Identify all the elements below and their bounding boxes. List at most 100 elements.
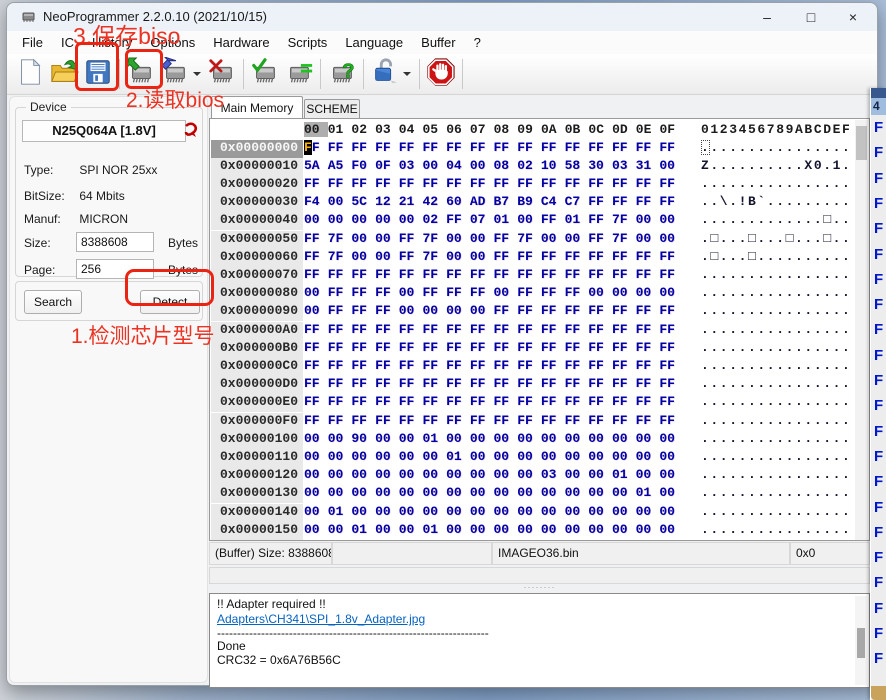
- hex-byte[interactable]: FF: [375, 358, 399, 373]
- hex-byte[interactable]: 00: [659, 431, 683, 446]
- log-adapter-link[interactable]: Adapters\CH341\SPI_1.8v_Adapter.jpg: [217, 612, 425, 626]
- hex-row[interactable]: 0x00000020FFFFFFFFFFFFFFFFFFFFFFFFFFFFFF…: [210, 176, 869, 194]
- hex-byte[interactable]: FF: [612, 322, 636, 337]
- hex-byte[interactable]: 03: [541, 467, 565, 482]
- hex-byte[interactable]: 00: [399, 467, 423, 482]
- hex-byte[interactable]: 00: [470, 522, 494, 537]
- hex-byte[interactable]: FF: [636, 358, 660, 373]
- hex-byte[interactable]: 00: [446, 467, 470, 482]
- hex-byte[interactable]: FF: [517, 249, 541, 264]
- hex-byte[interactable]: FF: [446, 340, 470, 355]
- hex-byte[interactable]: FF: [612, 267, 636, 282]
- hex-byte[interactable]: FF: [399, 176, 423, 191]
- hex-byte[interactable]: FF: [565, 267, 589, 282]
- hex-byte[interactable]: FF: [541, 249, 565, 264]
- hex-byte[interactable]: FF: [328, 285, 352, 300]
- hex-byte[interactable]: 00: [304, 504, 328, 519]
- hex-byte[interactable]: FF: [328, 358, 352, 373]
- hex-byte[interactable]: 00: [541, 231, 565, 246]
- hex-byte[interactable]: FF: [304, 413, 328, 428]
- log-scrollbar-thumb[interactable]: [857, 628, 865, 658]
- hex-byte[interactable]: FF: [375, 303, 399, 318]
- hex-byte[interactable]: 01: [565, 212, 589, 227]
- hex-byte[interactable]: A5: [328, 158, 352, 173]
- hex-byte[interactable]: FF: [422, 394, 446, 409]
- hex-byte[interactable]: FF: [588, 249, 612, 264]
- hex-byte[interactable]: FF: [541, 140, 565, 155]
- hex-byte[interactable]: 00: [446, 431, 470, 446]
- hex-byte[interactable]: FF: [494, 267, 518, 282]
- hex-byte[interactable]: 00: [588, 522, 612, 537]
- hex-byte[interactable]: FF: [541, 212, 565, 227]
- hex-byte[interactable]: FF: [659, 394, 683, 409]
- hex-byte[interactable]: FF: [636, 140, 660, 155]
- hex-byte[interactable]: FF: [541, 322, 565, 337]
- new-file-button[interactable]: [13, 56, 47, 92]
- hex-byte[interactable]: FF: [636, 267, 660, 282]
- hex-byte[interactable]: 00: [659, 285, 683, 300]
- hex-byte[interactable]: 00: [446, 485, 470, 500]
- hex-byte[interactable]: FF: [565, 413, 589, 428]
- hex-byte[interactable]: FF: [375, 413, 399, 428]
- hex-byte[interactable]: FF: [494, 322, 518, 337]
- hex-byte[interactable]: 00: [494, 449, 518, 464]
- hex-byte[interactable]: 00: [422, 449, 446, 464]
- hex-byte[interactable]: 00: [588, 449, 612, 464]
- hex-byte[interactable]: FF: [399, 340, 423, 355]
- hex-byte[interactable]: 00: [588, 467, 612, 482]
- hex-byte[interactable]: 00: [612, 449, 636, 464]
- hex-byte[interactable]: 00: [399, 522, 423, 537]
- hex-byte[interactable]: 00: [636, 212, 660, 227]
- hex-byte[interactable]: FF: [375, 322, 399, 337]
- hex-byte[interactable]: FF: [612, 413, 636, 428]
- hex-byte[interactable]: FF: [328, 140, 352, 155]
- hex-byte[interactable]: 00: [659, 231, 683, 246]
- hex-byte[interactable]: FF: [565, 303, 589, 318]
- hex-byte[interactable]: 01: [446, 449, 470, 464]
- hex-byte[interactable]: 00: [517, 449, 541, 464]
- hex-byte[interactable]: FF: [636, 249, 660, 264]
- hex-byte[interactable]: FF: [494, 413, 518, 428]
- hex-byte[interactable]: FF: [375, 140, 399, 155]
- menu-scripts[interactable]: Scripts: [279, 31, 337, 54]
- hex-byte[interactable]: FF: [659, 249, 683, 264]
- hex-byte[interactable]: C7: [565, 194, 589, 209]
- hex-byte[interactable]: FF: [612, 394, 636, 409]
- hex-byte[interactable]: 00: [517, 504, 541, 519]
- hex-byte[interactable]: 00: [517, 467, 541, 482]
- hex-byte[interactable]: 00: [659, 504, 683, 519]
- hex-byte[interactable]: 00: [328, 194, 352, 209]
- hex-byte[interactable]: FF: [375, 340, 399, 355]
- hex-byte[interactable]: 00: [565, 431, 589, 446]
- hex-byte[interactable]: FF: [470, 267, 494, 282]
- hex-byte[interactable]: 60: [446, 194, 470, 209]
- hex-byte[interactable]: 00: [351, 485, 375, 500]
- hex-byte[interactable]: 00: [470, 467, 494, 482]
- hex-byte[interactable]: FF: [517, 413, 541, 428]
- hex-row[interactable]: 0x000000E0FFFFFFFFFFFFFFFFFFFFFFFFFFFFFF…: [210, 394, 869, 412]
- hex-byte[interactable]: FF: [636, 176, 660, 191]
- hex-byte[interactable]: 01: [422, 431, 446, 446]
- hex-byte[interactable]: FF: [541, 413, 565, 428]
- hex-byte[interactable]: FF: [446, 376, 470, 391]
- hex-byte[interactable]: FF: [422, 176, 446, 191]
- hex-byte[interactable]: 00: [351, 449, 375, 464]
- hex-byte[interactable]: FF: [659, 376, 683, 391]
- hex-byte[interactable]: FF: [494, 176, 518, 191]
- hex-byte[interactable]: 7F: [517, 231, 541, 246]
- hex-byte[interactable]: FF: [304, 231, 328, 246]
- hex-byte[interactable]: FF: [351, 176, 375, 191]
- hex-byte[interactable]: 00: [588, 504, 612, 519]
- hex-byte[interactable]: 31: [636, 158, 660, 173]
- hex-byte[interactable]: 01: [351, 522, 375, 537]
- hex-byte[interactable]: FF: [351, 340, 375, 355]
- hex-byte[interactable]: FF: [328, 267, 352, 282]
- hex-byte[interactable]: 00: [659, 485, 683, 500]
- hex-byte[interactable]: FF: [328, 176, 352, 191]
- hex-byte[interactable]: 03: [612, 158, 636, 173]
- hex-byte[interactable]: 00: [588, 431, 612, 446]
- hex-byte[interactable]: FF: [304, 176, 328, 191]
- hex-byte[interactable]: FF: [565, 322, 589, 337]
- hex-byte[interactable]: 00: [328, 522, 352, 537]
- hex-byte[interactable]: 00: [565, 231, 589, 246]
